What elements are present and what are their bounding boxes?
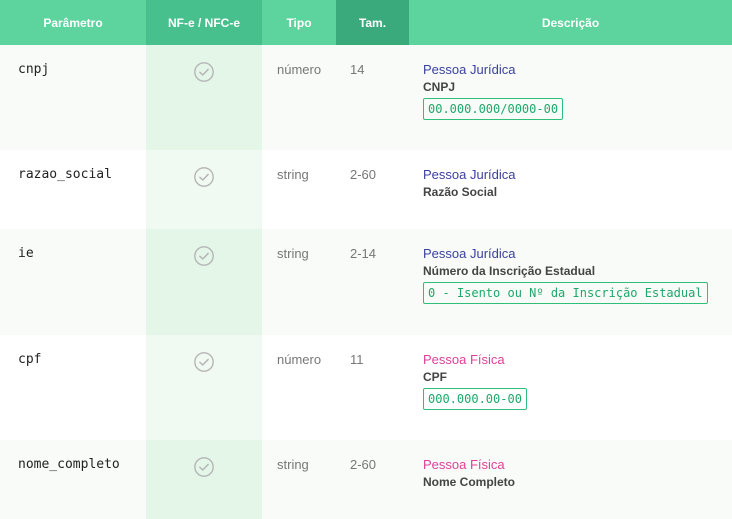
tam-value: 2-14: [350, 246, 377, 261]
param-name: cpf: [18, 352, 42, 367]
tipo-cell: string: [262, 150, 336, 229]
param-name: cnpj: [18, 62, 50, 77]
tipo-value: número: [277, 62, 322, 77]
nfe-cell: [146, 440, 262, 519]
table-header: Parâmetro NF-e / NFC-e Tipo Tam. Descriç…: [0, 0, 732, 45]
categoria-label: Pessoa Jurídica: [423, 246, 516, 261]
descricao-title: Número da Inscrição Estadual: [423, 264, 596, 278]
format-badge: 000.000.00-00: [423, 388, 527, 410]
table-row: ie string 2-14 Pessoa Jurídica Número da…: [0, 229, 732, 335]
tam-cell: 14: [336, 45, 409, 150]
tipo-value: string: [277, 246, 309, 261]
check-circle-icon: [194, 457, 214, 477]
tam-value: 2-60: [350, 167, 377, 182]
check-circle-icon: [194, 167, 214, 187]
format-badge: 00.000.000/0000-00: [423, 98, 564, 120]
parameters-table: Parâmetro NF-e / NFC-e Tipo Tam. Descriç…: [0, 0, 732, 519]
descricao-title: Razão Social: [423, 185, 498, 199]
tam-value: 2-60: [350, 457, 377, 472]
param-name: nome_completo: [18, 457, 120, 472]
descricao-title: CPF: [423, 370, 447, 384]
tipo-cell: string: [262, 229, 336, 335]
nfe-cell: [146, 335, 262, 440]
header-row: Parâmetro NF-e / NFC-e Tipo Tam. Descriç…: [0, 0, 732, 45]
param-cell: cpf: [0, 335, 146, 440]
nfe-cell: [146, 229, 262, 335]
header-nfe: NF-e / NFC-e: [146, 0, 262, 45]
param-name: ie: [18, 246, 34, 261]
table-row: cpf número 11 Pessoa Física CPF 000.000.…: [0, 335, 732, 440]
categoria-label: Pessoa Física: [423, 457, 505, 472]
descricao-cell: Pessoa Física Nome Completo: [409, 440, 732, 519]
tam-cell: 11: [336, 335, 409, 440]
tipo-cell: string: [262, 440, 336, 519]
table-body: cnpj número 14 Pessoa Jurídica CNPJ 00.0…: [0, 45, 732, 519]
check-circle-icon: [194, 246, 214, 266]
param-cell: razao_social: [0, 150, 146, 229]
descricao-cell: Pessoa Jurídica Número da Inscrição Esta…: [409, 229, 732, 335]
header-descricao: Descrição: [409, 0, 732, 45]
table-row: razao_social string 2-60 Pessoa Jurídica…: [0, 150, 732, 229]
nfe-cell: [146, 45, 262, 150]
param-name: razao_social: [18, 167, 112, 182]
format-badge: 0 - Isento ou Nº da Inscrição Estadual: [423, 282, 708, 304]
descricao-cell: Pessoa Física CPF 000.000.00-00: [409, 335, 732, 440]
param-cell: cnpj: [0, 45, 146, 150]
header-tipo: Tipo: [262, 0, 336, 45]
descricao-cell: Pessoa Jurídica CNPJ 00.000.000/0000-00: [409, 45, 732, 150]
descricao-cell: Pessoa Jurídica Razão Social: [409, 150, 732, 229]
table-row: nome_completo string 2-60 Pessoa Física …: [0, 440, 732, 519]
categoria-label: Pessoa Jurídica: [423, 167, 516, 182]
header-tam: Tam.: [336, 0, 409, 45]
tam-cell: 2-14: [336, 229, 409, 335]
tam-value: 11: [350, 352, 364, 367]
param-cell: nome_completo: [0, 440, 146, 519]
descricao-title: Nome Completo: [423, 475, 516, 489]
header-parametro: Parâmetro: [0, 0, 146, 45]
tam-cell: 2-60: [336, 440, 409, 519]
param-cell: ie: [0, 229, 146, 335]
tipo-value: string: [277, 457, 309, 472]
table-row: cnpj número 14 Pessoa Jurídica CNPJ 00.0…: [0, 45, 732, 150]
tipo-cell: número: [262, 335, 336, 440]
tam-value: 14: [350, 62, 365, 77]
tipo-value: string: [277, 167, 309, 182]
check-circle-icon: [194, 62, 214, 82]
descricao-title: CNPJ: [423, 80, 456, 94]
tipo-value: número: [277, 352, 322, 367]
check-circle-icon: [194, 352, 214, 372]
tipo-cell: número: [262, 45, 336, 150]
categoria-label: Pessoa Jurídica: [423, 62, 516, 77]
nfe-cell: [146, 150, 262, 229]
categoria-label: Pessoa Física: [423, 352, 505, 367]
tam-cell: 2-60: [336, 150, 409, 229]
